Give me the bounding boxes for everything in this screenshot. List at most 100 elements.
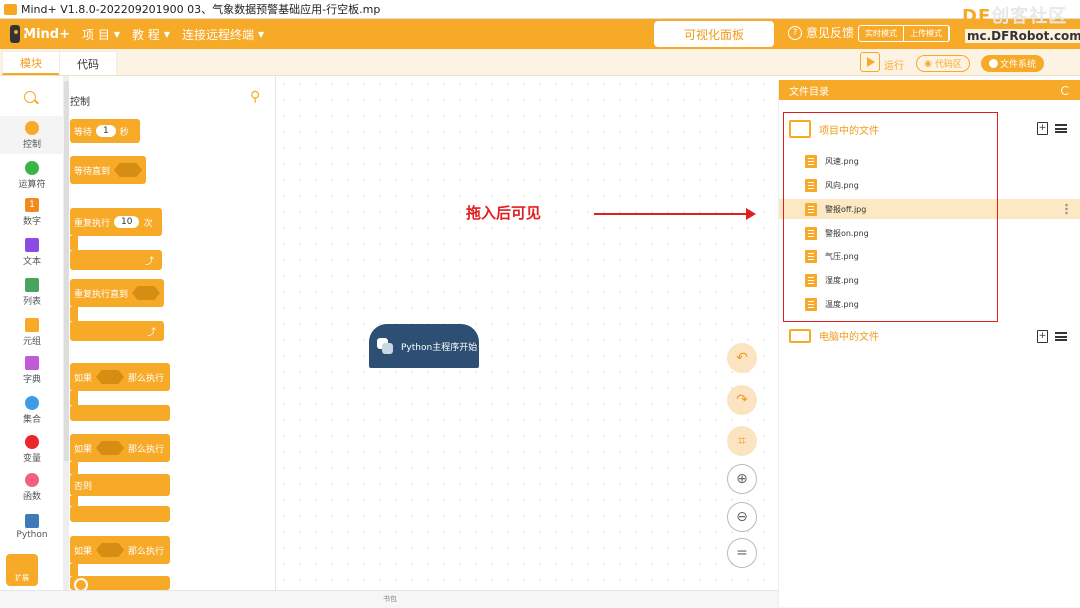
condition-slot[interactable] (132, 286, 161, 300)
code-area-label: 代码区 (934, 60, 962, 70)
if-else-block[interactable]: 如果 那么执行 (70, 434, 170, 462)
category-list[interactable]: 列表 (0, 273, 64, 311)
block-mouth (70, 564, 78, 576)
loop-arrow-icon: ⤴ (144, 256, 154, 267)
palette-scrollbar[interactable] (64, 76, 69, 590)
category-python[interactable]: Python (0, 508, 64, 546)
pin-icon[interactable]: ⚲ (250, 89, 260, 105)
scrollbar-thumb[interactable] (64, 81, 69, 461)
dict-icon (25, 355, 39, 370)
menu-remote-label: 连接远程终端 (181, 27, 254, 42)
wait-until-block[interactable]: 等待直到 (70, 156, 146, 184)
file-system-button[interactable]: 文件系统 (981, 55, 1044, 72)
zoom-out-icon[interactable]: ⊖ (727, 502, 757, 532)
block-palette: 控制 ⚲ 等待 1 秒 等待直到 重复执行 10 次 ⤴ 重复执行直到 ⤴ 如果 那么执行… (64, 76, 276, 590)
category-dict[interactable]: 字典 (0, 351, 64, 389)
if-else-end (70, 506, 170, 522)
category-text[interactable]: 文本 (0, 233, 64, 271)
robot-icon (10, 25, 21, 43)
computer-files-label: 电脑中的文件 (819, 332, 879, 343)
category-label: 函数 (22, 491, 41, 502)
condition-slot[interactable] (96, 370, 125, 384)
realtime-mode-button[interactable]: 实时模式 (859, 26, 904, 41)
crop-icon[interactable]: ⌗ (727, 426, 757, 456)
repeat-times-block[interactable]: 重复执行 10 次 (70, 208, 162, 236)
extension-button[interactable]: 扩展 (6, 554, 38, 586)
add-file-icon[interactable]: + (1037, 122, 1048, 135)
add-file-icon[interactable]: + (1037, 330, 1048, 343)
category-function[interactable]: 函数 (0, 468, 64, 506)
title-bar: Mind+ V1.8.0-202209201900 03、气象数据预警基础应用-… (0, 0, 1080, 19)
if-then-block[interactable]: 如果 那么执行 (70, 363, 170, 391)
block-mouth (70, 307, 78, 321)
add-circle-icon[interactable] (74, 578, 88, 590)
redo-icon[interactable]: ↷ (727, 385, 757, 415)
highlight-box (783, 112, 998, 322)
menu-icon[interactable] (1055, 332, 1067, 341)
reset-zoom-icon[interactable]: = (727, 538, 757, 568)
block-mouth (70, 462, 78, 474)
computer-files-section[interactable]: 电脑中的文件 (789, 328, 879, 343)
feedback-button[interactable]: ? 意见反馈 (788, 24, 854, 41)
condition-slot[interactable] (96, 441, 125, 455)
wait-seconds-block[interactable]: 等待 1 秒 (70, 119, 140, 143)
category-number[interactable]: 1 数字 (0, 193, 64, 231)
category-label: 文本 (22, 256, 41, 267)
block-mouth (70, 391, 78, 405)
window-title: Mind+ V1.8.0-202209201900 03、气象数据预警基础应用-… (21, 3, 381, 16)
category-variable[interactable]: 变量 (0, 430, 64, 468)
palette-header: 控制 (70, 97, 90, 108)
chevron-down-icon: ▼ (163, 29, 170, 39)
menu-tutorial-label: 教 程 (131, 27, 160, 42)
if-then-block-2[interactable]: 如果 那么执行 (70, 536, 170, 564)
upload-mode-button[interactable]: 上传模式 (904, 26, 949, 41)
menu-icon[interactable] (1055, 124, 1067, 133)
category-tuple[interactable]: 元组 (0, 313, 64, 351)
search-icon[interactable] (24, 91, 36, 103)
category-label: 列表 (22, 296, 41, 307)
function-icon (25, 472, 39, 487)
undo-icon[interactable]: ↶ (727, 343, 757, 373)
tuple-icon (25, 317, 39, 332)
block-text: 次 (143, 218, 153, 229)
tab-blocks[interactable]: 模块 (2, 51, 60, 75)
visual-panel-button[interactable]: 可视化面板 (654, 21, 774, 47)
block-mouth (70, 496, 78, 506)
code-area-button[interactable]: ◉ 代码区 (916, 55, 970, 72)
category-label: 运算符 (18, 179, 46, 190)
category-label: 字典 (22, 374, 41, 385)
category-control[interactable]: 控制 (0, 116, 64, 154)
watermark-brand: DF创客社区 (962, 2, 1067, 28)
script-workspace[interactable]: Python主程序开始 拖入后可见 ↶ ↷ ⌗ ⊕ ⊖ = (276, 76, 778, 590)
block-text: 等待 (74, 127, 93, 138)
block-text: 那么执行 (128, 546, 165, 557)
run-label[interactable]: 运行 (884, 57, 904, 72)
tab-code[interactable]: 代码 (59, 51, 117, 75)
mind-plus-logo[interactable]: Mind+ (10, 23, 70, 45)
refresh-icon[interactable] (1061, 85, 1070, 95)
repeat-until-block[interactable]: 重复执行直到 (70, 279, 164, 307)
menu-tutorial[interactable]: 教 程 ▼ (132, 26, 170, 43)
condition-slot[interactable] (96, 543, 125, 557)
menu-remote-terminal[interactable]: 连接远程终端 ▼ (182, 26, 264, 43)
condition-slot[interactable] (114, 163, 143, 177)
category-operator[interactable]: 运算符 (0, 156, 64, 194)
watermark-text: 创客社区 (991, 6, 1068, 27)
set-icon (25, 395, 39, 410)
control-icon (25, 120, 39, 135)
run-icon[interactable] (860, 52, 880, 72)
mode-switch: 实时模式 上传模式 (858, 25, 950, 42)
operator-icon (25, 160, 39, 175)
block-text: 那么执行 (128, 444, 165, 455)
app-icon (4, 3, 17, 15)
menu-project[interactable]: 项 目 ▼ (82, 26, 120, 43)
computer-files-actions: + (1037, 330, 1067, 343)
wait-value-input[interactable]: 1 (96, 125, 116, 137)
more-options-icon[interactable] (1065, 203, 1068, 215)
repeat-count-input[interactable]: 10 (114, 216, 140, 228)
python-main-start-block[interactable]: Python主程序开始 (369, 324, 479, 368)
zoom-in-icon[interactable]: ⊕ (727, 464, 757, 494)
category-set[interactable]: 集合 (0, 391, 64, 429)
annotation-arrow (594, 208, 756, 220)
check-icon (988, 59, 998, 68)
